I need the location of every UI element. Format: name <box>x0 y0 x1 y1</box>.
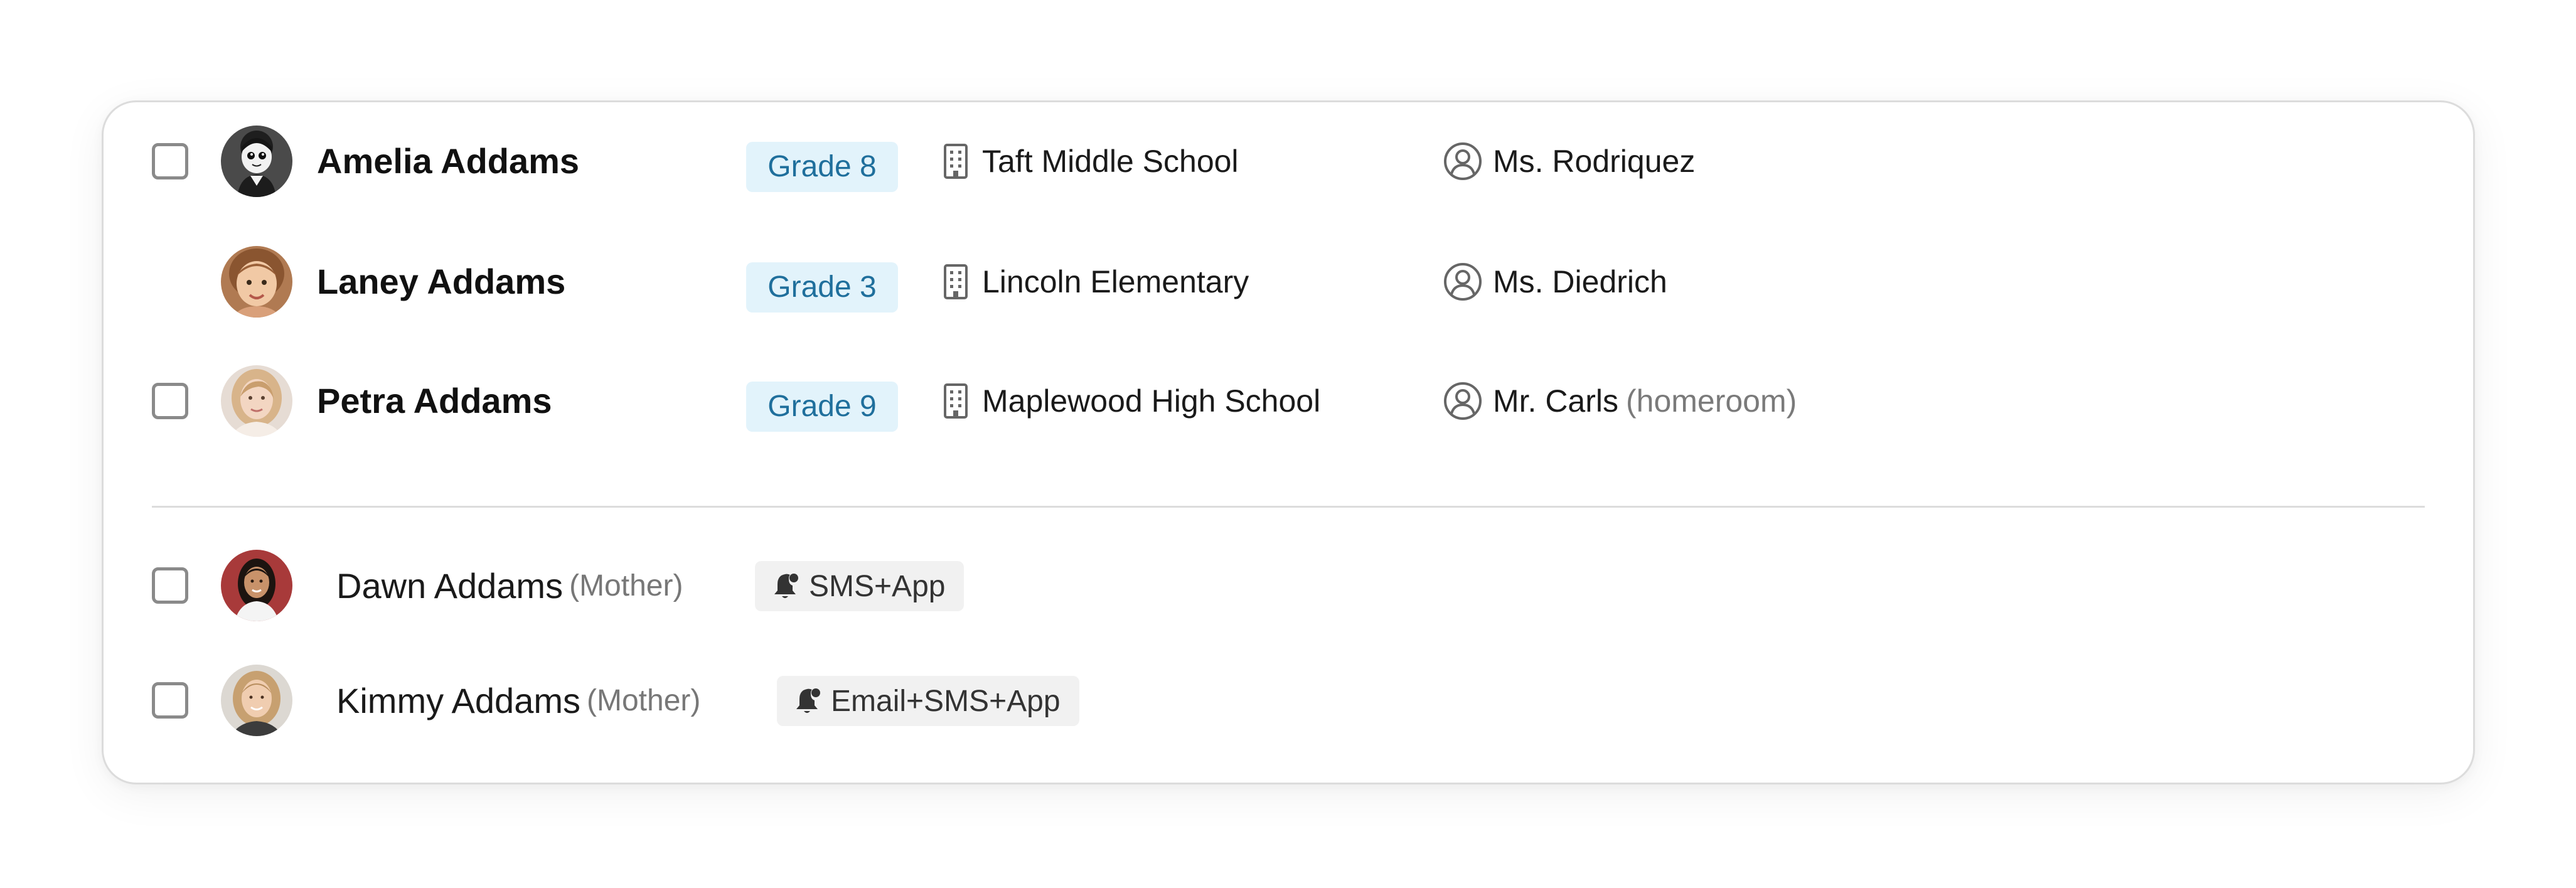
contact-name-group: Dawn Addams (Mother) <box>336 545 683 626</box>
building-icon <box>943 264 982 300</box>
contact-name: Kimmy Addams <box>336 680 580 720</box>
teacher-name: Ms. Rodriquez <box>1493 144 1696 179</box>
contact-checkbox[interactable] <box>152 682 188 719</box>
school-info: Maplewood High School <box>943 360 1320 442</box>
avatar <box>221 126 292 197</box>
student-name: Laney Addams <box>317 262 566 301</box>
contact-relation: (Mother) <box>587 683 701 717</box>
teacher-name: Mr. Carls <box>1493 383 1618 419</box>
student-checkbox[interactable] <box>152 383 188 419</box>
section-divider <box>152 506 2425 508</box>
contact-relation: (Mother) <box>569 569 683 602</box>
school-info: Lincoln Elementary <box>943 241 1249 323</box>
bell-icon <box>794 687 831 715</box>
contact-checkbox[interactable] <box>152 567 188 604</box>
teacher-info: Ms. Diedrich <box>1443 241 1667 323</box>
building-icon <box>943 143 982 179</box>
bell-icon <box>772 572 809 601</box>
grade-badge: Grade 3 <box>746 262 898 313</box>
teacher-info: Ms. Rodriquez <box>1443 120 1695 202</box>
person-circle-icon <box>1443 141 1493 181</box>
student-row: Laney Addams Grade 3 Lincoln Elementary <box>104 241 2473 323</box>
school-name: Lincoln Elementary <box>982 264 1249 299</box>
contact-row: Kimmy Addams (Mother) Email+SMS+App <box>104 660 2473 741</box>
notification-label: Email+SMS+App <box>831 684 1061 718</box>
notification-badge: SMS+App <box>755 561 965 611</box>
contact-name: Dawn Addams <box>336 565 564 606</box>
school-info: Taft Middle School <box>943 120 1239 202</box>
avatar <box>221 246 292 318</box>
school-name: Taft Middle School <box>982 144 1239 179</box>
teacher-info: Mr. Carls (homeroom) <box>1443 360 1797 442</box>
grade-badge: Grade 8 <box>746 142 898 192</box>
teacher-note: (homeroom) <box>1626 383 1797 419</box>
building-icon <box>943 383 982 419</box>
student-row: Petra Addams Grade 9 Maplewood High Scho… <box>104 360 2473 442</box>
avatar <box>221 365 292 437</box>
avatar <box>221 550 292 621</box>
person-circle-icon <box>1443 262 1493 302</box>
contact-row: Dawn Addams (Mother) SMS+App <box>104 545 2473 626</box>
student-name: Amelia Addams <box>317 141 580 181</box>
student-checkbox[interactable] <box>152 143 188 179</box>
notification-badge: Email+SMS+App <box>777 676 1079 726</box>
grade-badge: Grade 9 <box>746 382 898 432</box>
family-members-card: Amelia Addams Grade 8 Taft Middle School <box>102 100 2475 784</box>
student-name: Petra Addams <box>317 381 552 420</box>
student-row: Amelia Addams Grade 8 Taft Middle School <box>104 120 2473 202</box>
avatar <box>221 665 292 736</box>
school-name: Maplewood High School <box>982 383 1321 419</box>
person-circle-icon <box>1443 381 1493 421</box>
teacher-name: Ms. Diedrich <box>1493 264 1667 299</box>
contact-name-group: Kimmy Addams (Mother) <box>336 660 700 741</box>
notification-label: SMS+App <box>809 569 946 603</box>
